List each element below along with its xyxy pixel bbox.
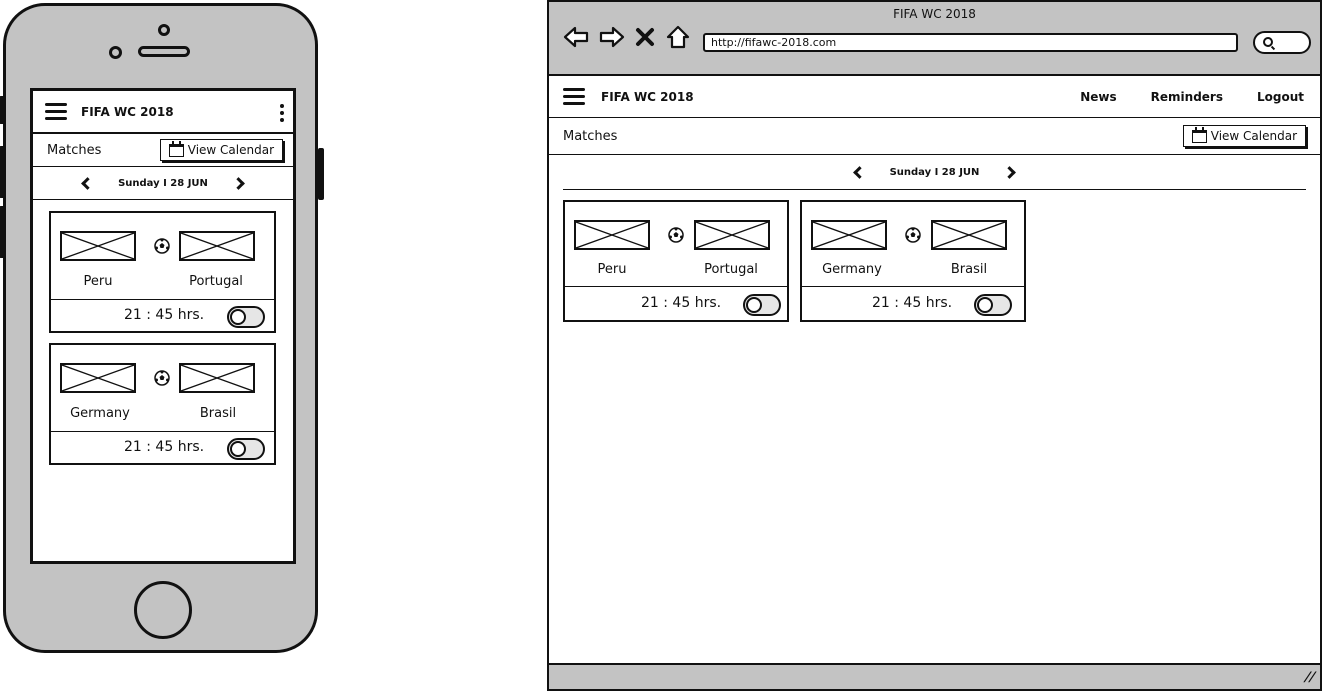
- home-team-name: Germany: [70, 406, 130, 421]
- match-time: 21 : 45 hrs.: [124, 307, 205, 323]
- back-arrow-icon[interactable]: [563, 24, 589, 50]
- match-card: Peru Portugal 21 : 45 hrs.: [49, 211, 276, 333]
- next-day-icon[interactable]: [1003, 166, 1017, 179]
- browser-search-field[interactable]: [1253, 31, 1311, 54]
- app-title: FIFA WC 2018: [81, 104, 174, 119]
- match-time-row: 21 : 45 hrs.: [802, 286, 1024, 322]
- phone-screen: FIFA WC 2018 Matches View Calendar Sunda…: [30, 88, 296, 564]
- soccer-ball-icon: [905, 227, 921, 243]
- calendar-icon: [168, 140, 184, 157]
- nav-link-news[interactable]: News: [1080, 90, 1116, 104]
- phone-volume-down: [0, 206, 5, 258]
- away-team-name: Brasil: [199, 406, 237, 421]
- nav-links: News Reminders Logout: [1080, 76, 1304, 118]
- date-label: Sunday I 28 JUN: [889, 167, 980, 178]
- view-calendar-label: View Calendar: [1210, 129, 1297, 143]
- team-flag-placeholder: [931, 220, 1007, 250]
- soccer-ball-icon: [668, 227, 684, 243]
- matches-header: Matches View Calendar: [549, 118, 1320, 155]
- kebab-menu-icon[interactable]: [280, 104, 284, 122]
- browser-toolbar: [563, 24, 691, 50]
- date-label: Sunday I 28 JUN: [118, 177, 208, 189]
- window-title: FIFA WC 2018: [893, 7, 976, 21]
- calendar-icon: [1191, 126, 1207, 143]
- previous-day-icon[interactable]: [81, 176, 94, 190]
- home-icon[interactable]: [665, 24, 691, 50]
- phone-home-button[interactable]: [134, 581, 192, 639]
- away-team-name: Brasil: [950, 262, 988, 277]
- reminder-toggle[interactable]: [974, 294, 1012, 316]
- section-title: Matches: [563, 128, 618, 144]
- stop-close-icon[interactable]: [635, 24, 655, 50]
- away-team-name: Portugal: [704, 262, 758, 277]
- reminder-toggle[interactable]: [743, 294, 781, 316]
- match-time: 21 : 45 hrs.: [872, 295, 953, 311]
- match-time-row: 21 : 45 hrs.: [51, 431, 274, 465]
- hamburger-menu-icon[interactable]: [563, 88, 585, 105]
- search-icon: [1263, 37, 1273, 47]
- address-bar[interactable]: http://fifawc-2018.com: [703, 33, 1238, 52]
- web-navbar: FIFA WC 2018 News Reminders Logout: [549, 76, 1320, 118]
- phone-mute-switch: [0, 96, 5, 124]
- match-time: 21 : 45 hrs.: [124, 439, 205, 455]
- home-team-name: Peru: [83, 274, 113, 289]
- team-flag-placeholder: [694, 220, 770, 250]
- previous-day-icon[interactable]: [852, 166, 866, 179]
- phone-camera: [158, 24, 170, 36]
- team-flag-placeholder: [60, 363, 136, 393]
- browser-window: FIFA WC 2018 http://fifawc-2018.com FIFA…: [547, 0, 1322, 691]
- phone-sensor: [109, 46, 122, 59]
- match-card: Germany Brasil 21 : 45 hrs.: [800, 200, 1026, 322]
- mobile-navbar: FIFA WC 2018: [33, 91, 293, 134]
- match-time-row: 21 : 45 hrs.: [565, 286, 787, 322]
- nav-link-logout[interactable]: Logout: [1257, 90, 1304, 104]
- match-time: 21 : 45 hrs.: [641, 295, 722, 311]
- hamburger-menu-icon[interactable]: [45, 103, 67, 120]
- nav-link-reminders[interactable]: Reminders: [1151, 90, 1223, 104]
- home-team-name: Germany: [822, 262, 882, 277]
- section-title: Matches: [47, 142, 102, 158]
- phone-speaker: [138, 46, 190, 57]
- resize-grip-icon[interactable]: //: [1302, 670, 1317, 685]
- view-calendar-button[interactable]: View Calendar: [159, 139, 283, 161]
- view-calendar-label: View Calendar: [187, 143, 274, 157]
- phone-power-button: [318, 148, 324, 200]
- reminder-toggle[interactable]: [227, 306, 265, 328]
- forward-arrow-icon[interactable]: [599, 24, 625, 50]
- soccer-ball-icon: [154, 238, 170, 254]
- reminder-toggle[interactable]: [227, 438, 265, 460]
- phone-mockup: FIFA WC 2018 Matches View Calendar Sunda…: [0, 3, 324, 653]
- match-card: Peru Portugal 21 : 45 hrs.: [563, 200, 789, 322]
- view-calendar-button[interactable]: View Calendar: [1182, 125, 1306, 147]
- browser-viewport: FIFA WC 2018 News Reminders Logout Match…: [549, 74, 1320, 664]
- home-team-name: Peru: [597, 262, 627, 277]
- away-team-name: Portugal: [189, 274, 243, 289]
- date-selector: Sunday I 28 JUN: [33, 167, 293, 200]
- browser-status-bar: //: [549, 663, 1320, 689]
- team-flag-placeholder: [60, 231, 136, 261]
- match-time-row: 21 : 45 hrs.: [51, 299, 274, 333]
- phone-volume-up: [0, 146, 5, 198]
- team-flag-placeholder: [179, 231, 255, 261]
- soccer-ball-icon: [154, 370, 170, 386]
- match-card: Germany Brasil 21 : 45 hrs.: [49, 343, 276, 465]
- matches-header: Matches View Calendar: [33, 134, 293, 167]
- app-title: FIFA WC 2018: [601, 89, 694, 104]
- team-flag-placeholder: [811, 220, 887, 250]
- team-flag-placeholder: [574, 220, 650, 250]
- next-day-icon[interactable]: [232, 176, 245, 190]
- date-selector: Sunday I 28 JUN: [563, 156, 1306, 190]
- team-flag-placeholder: [179, 363, 255, 393]
